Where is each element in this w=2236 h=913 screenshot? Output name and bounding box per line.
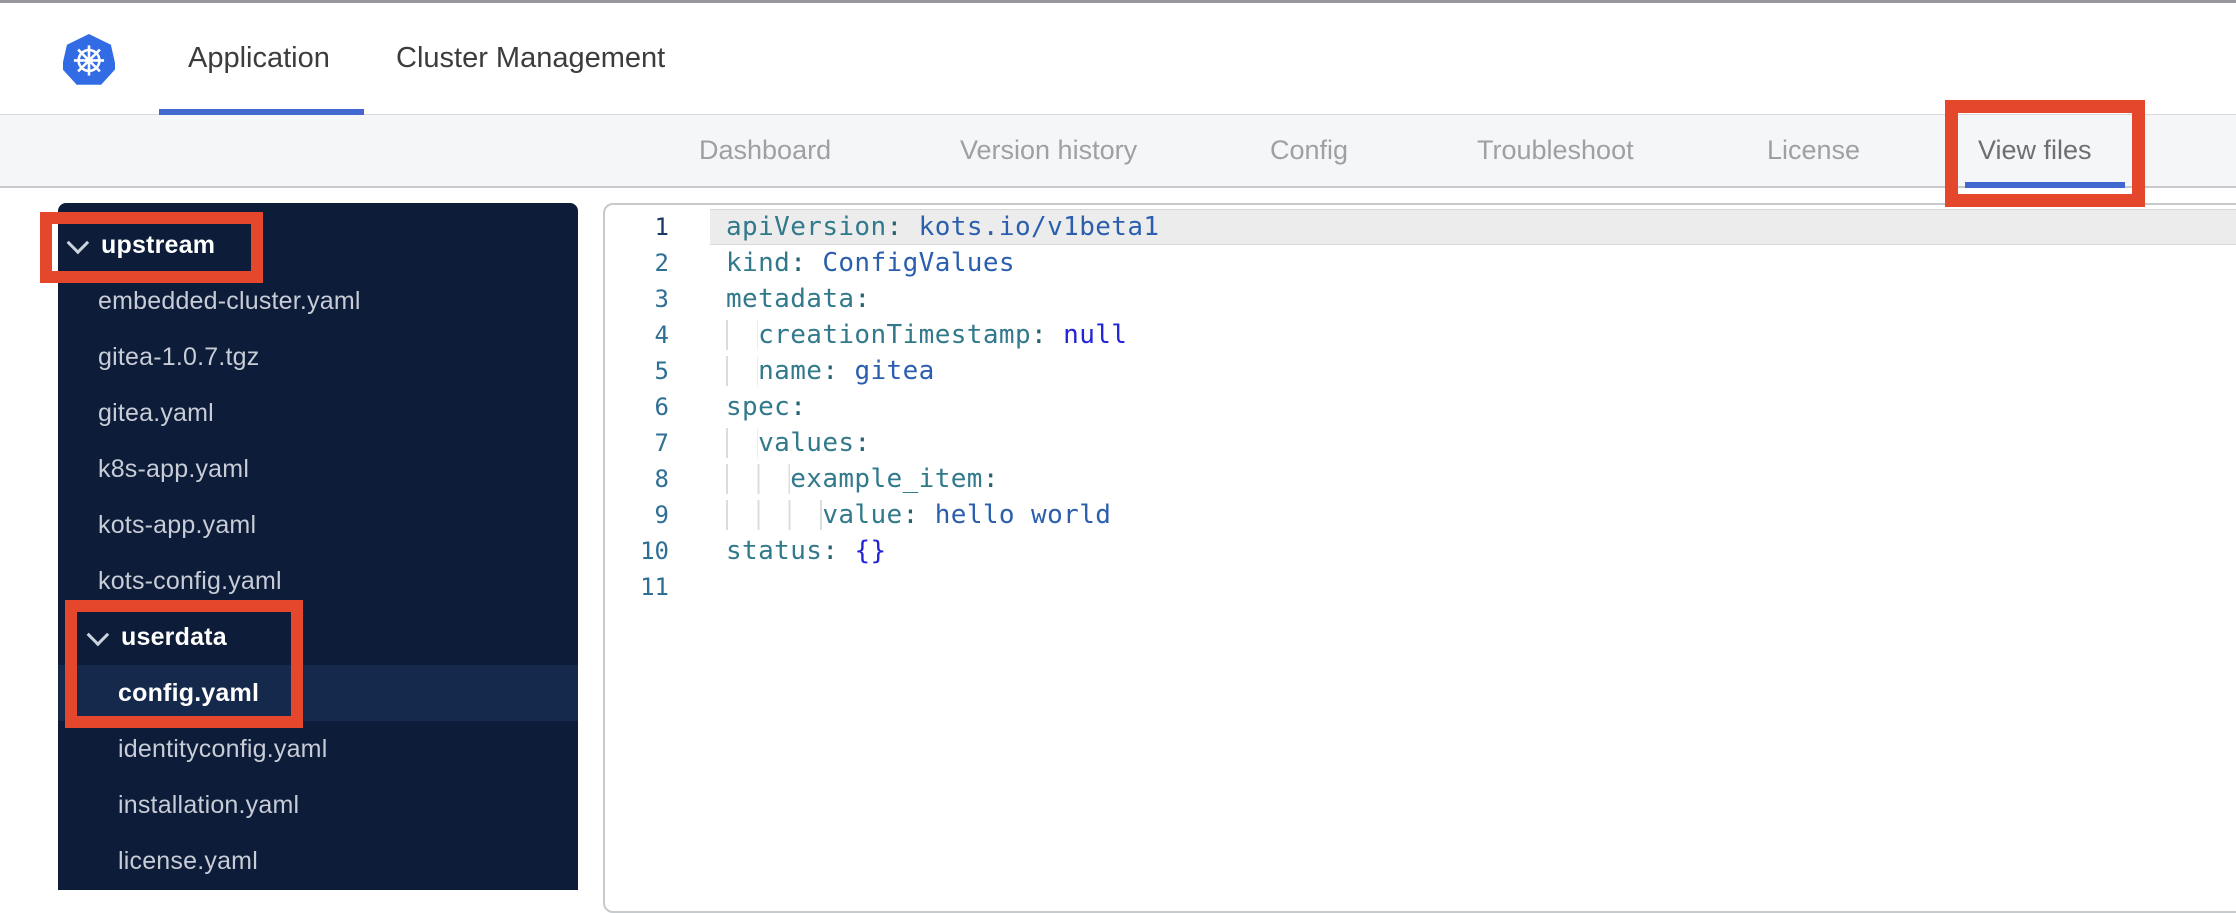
nav-tab-dashboard[interactable]: Dashboard bbox=[699, 115, 831, 186]
tree-file-installation-yaml[interactable]: installation.yaml bbox=[58, 777, 578, 833]
tree-file-kots-config-yaml[interactable]: kots-config.yaml bbox=[58, 553, 578, 609]
code-text: kind: ConfigValues bbox=[726, 248, 1015, 278]
tree-folder-upstream[interactable]: upstream bbox=[58, 217, 578, 273]
line-number: 2 bbox=[654, 249, 669, 277]
nav-tab-view-files[interactable]: View files bbox=[1978, 115, 2092, 186]
code-text: values: bbox=[710, 425, 2236, 461]
tree-item-label: kots-app.yaml bbox=[98, 510, 257, 539]
line-number: 4 bbox=[654, 321, 669, 349]
line-number: 5 bbox=[654, 357, 669, 385]
tree-item-label: config.yaml bbox=[118, 678, 260, 707]
code-line-8[interactable]: 8 example_item: bbox=[605, 461, 2236, 497]
nav-tab-version-history[interactable]: Version history bbox=[960, 115, 1137, 186]
code-text: creationTimestamp: null bbox=[710, 317, 2236, 353]
code-line-5[interactable]: 5 name: gitea bbox=[605, 353, 2236, 389]
code-line-7[interactable]: 7 values: bbox=[605, 425, 2236, 461]
code-text: status: {} bbox=[726, 536, 887, 566]
tree-file-kots-app-yaml[interactable]: kots-app.yaml bbox=[58, 497, 578, 553]
code-text: apiVersion: kots.io/v1beta1 bbox=[710, 209, 2236, 245]
line-number: 9 bbox=[654, 501, 669, 529]
line-number: 8 bbox=[654, 465, 669, 493]
tree-item-label: kots-config.yaml bbox=[98, 566, 282, 595]
tree-file-license-yaml[interactable]: license.yaml bbox=[58, 833, 578, 889]
app-nav-bar: Dashboard Version history Config Troublesho… bbox=[0, 115, 2236, 188]
code-line-3[interactable]: 3 metadata: bbox=[605, 281, 2236, 317]
tree-file-gitea-1-0-7-tgz[interactable]: gitea-1.0.7.tgz bbox=[58, 329, 578, 385]
app-header: Application Cluster Management bbox=[0, 0, 2236, 115]
code-text: example_item: bbox=[710, 461, 2236, 497]
line-number: 10 bbox=[640, 537, 669, 565]
code-line-9[interactable]: 9 value: hello world bbox=[605, 497, 2236, 533]
nav-tab-troubleshoot[interactable]: Troubleshoot bbox=[1477, 115, 1634, 186]
line-number: 6 bbox=[654, 393, 669, 421]
tree-item-label: gitea-1.0.7.tgz bbox=[98, 342, 260, 371]
file-tree-sidebar: upstream embedded-cluster.yaml gitea-1.0.7… bbox=[58, 203, 578, 890]
line-number: 7 bbox=[654, 429, 669, 457]
line-number: 11 bbox=[640, 573, 669, 601]
code-line-1[interactable]: 1 apiVersion: kots.io/v1beta1 bbox=[605, 209, 2236, 245]
tree-file-config-yaml[interactable]: config.yaml bbox=[58, 665, 578, 721]
tree-item-label: installation.yaml bbox=[118, 790, 300, 819]
chevron-down-icon bbox=[86, 623, 110, 647]
code-line-6[interactable]: 6 spec: bbox=[605, 389, 2236, 425]
header-tab-cluster-management[interactable]: Cluster Management bbox=[396, 3, 665, 114]
chevron-down-icon bbox=[66, 231, 90, 255]
nav-tab-config[interactable]: Config bbox=[1270, 115, 1348, 186]
tree-item-label: identityconfig.yaml bbox=[118, 734, 328, 763]
header-tab-application[interactable]: Application bbox=[188, 3, 330, 114]
tree-file-embedded-cluster-yaml[interactable]: embedded-cluster.yaml bbox=[58, 273, 578, 329]
active-nav-tab-underline bbox=[1965, 182, 2125, 188]
tree-file-gitea-yaml[interactable]: gitea.yaml bbox=[58, 385, 578, 441]
tree-file-identityconfig-yaml[interactable]: identityconfig.yaml bbox=[58, 721, 578, 777]
line-number: 1 bbox=[654, 213, 669, 241]
file-content-editor[interactable]: 1 apiVersion: kots.io/v1beta1 2 kind: Confi… bbox=[603, 203, 2236, 913]
tree-item-label: k8s-app.yaml bbox=[98, 454, 250, 483]
tree-item-label: gitea.yaml bbox=[98, 398, 214, 427]
code-line-10[interactable]: 10 status: {} bbox=[605, 533, 2236, 569]
code-text: value: hello world bbox=[710, 497, 2236, 533]
code-text: name: gitea bbox=[710, 353, 2236, 389]
tree-item-label: license.yaml bbox=[118, 846, 258, 875]
tree-item-label: upstream bbox=[101, 230, 216, 259]
tree-item-label: userdata bbox=[121, 622, 227, 651]
code-text: metadata: bbox=[726, 284, 871, 314]
code-line-2[interactable]: 2 kind: ConfigValues bbox=[605, 245, 2236, 281]
kubernetes-logo-icon bbox=[63, 34, 115, 85]
tree-file-k8s-app-yaml[interactable]: k8s-app.yaml bbox=[58, 441, 578, 497]
nav-tab-license[interactable]: License bbox=[1767, 115, 1860, 186]
code-line-11[interactable]: 11 bbox=[605, 569, 2236, 605]
code-line-4[interactable]: 4 creationTimestamp: null bbox=[605, 317, 2236, 353]
tree-folder-userdata[interactable]: userdata bbox=[58, 609, 578, 665]
tree-item-label: embedded-cluster.yaml bbox=[98, 286, 361, 315]
line-number: 3 bbox=[654, 285, 669, 313]
code-text: spec: bbox=[726, 392, 807, 422]
